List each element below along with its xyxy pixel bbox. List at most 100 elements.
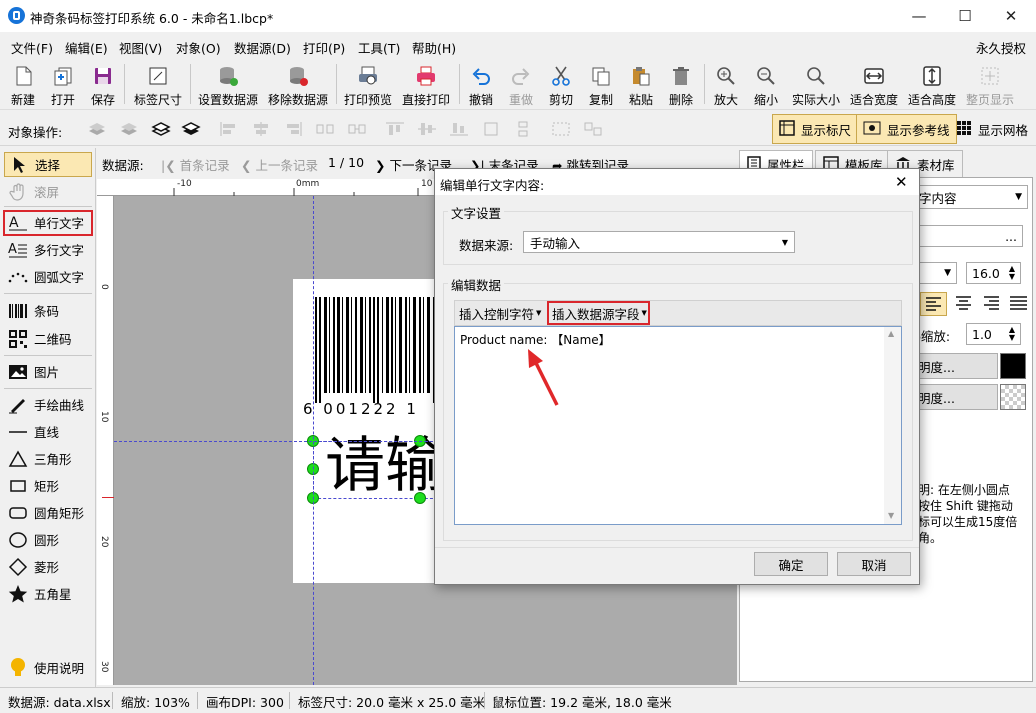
cancel-button[interactable]: 取消 [837,552,911,576]
same-height-icon[interactable] [512,119,534,139]
tool-diamond[interactable]: 菱形 [4,554,92,579]
show-ruler-toggle[interactable]: 显示标尺 [772,114,859,144]
tool-image[interactable]: 图片 [4,359,92,384]
scale-spinner[interactable]: 1.0 ▲ ▼ [966,323,1021,345]
source-label: 数据来源: [459,238,514,253]
label-size-button[interactable]: 标签尺寸 [132,60,184,108]
zoom-in-button[interactable]: 放大 [710,60,742,108]
menu-file[interactable]: 文件(F) [11,38,53,57]
undo-button[interactable]: 撤销 [465,60,497,108]
tool-triangle[interactable]: 三角形 [4,446,92,471]
redo-button[interactable]: 重做 [505,60,537,108]
scroll-down-icon[interactable]: ▼ [888,511,894,520]
background-transparency-button[interactable]: 明度... [913,384,998,410]
align-bottom-icon[interactable] [448,119,470,139]
save-button[interactable]: 保存 [88,60,118,108]
ungroup-icon[interactable] [582,119,604,139]
menu-help[interactable]: 帮助(H) [412,38,456,57]
background-color-swatch[interactable] [1000,384,1026,410]
justify-button[interactable] [1006,292,1031,316]
delete-button[interactable]: 删除 [665,60,697,108]
tool-separator [4,355,92,356]
menu-tools[interactable]: 工具(T) [358,38,400,57]
label-paper[interactable]: 6 001222 1 请输 [293,279,445,583]
pen-icon [8,395,28,415]
dialog-close-button[interactable]: ✕ [895,173,908,191]
menu-print[interactable]: 打印(P) [303,38,345,57]
open-button[interactable]: 打开 [48,60,78,108]
tool-star[interactable]: 五角星 [4,581,92,606]
align-top-icon[interactable] [384,119,406,139]
tool-qrcode[interactable]: 二维码 [4,326,92,351]
copy-button[interactable]: 复制 [585,60,617,108]
insert-control-char-button[interactable]: 插入控制字符 ▼ [456,303,544,323]
tool-select[interactable]: 选择 [4,152,92,177]
new-button[interactable]: 新建 [8,60,38,108]
menu-object[interactable]: 对象(O) [176,38,221,57]
align-left-button[interactable] [920,292,947,316]
prev-record-button[interactable]: ❮ 上一条记录 [241,155,318,174]
tool-rounded-rectangle[interactable]: 圆角矩形 [4,500,92,525]
minimize-button[interactable]: — [896,0,942,32]
set-datasource-button[interactable]: 设置数据源 [197,60,259,108]
remove-datasource-button[interactable]: 移除数据源 [267,60,329,108]
distribute-h-icon[interactable] [314,119,336,139]
menu-edit[interactable]: 编辑(E) [65,38,108,57]
ok-button[interactable]: 确定 [754,552,828,576]
circle-icon [8,530,28,550]
tool-freehand[interactable]: 手绘曲线 [4,392,92,417]
scroll-up-icon[interactable]: ▲ [888,329,894,338]
direct-print-button[interactable]: 直接打印 [400,60,452,108]
data-content-field[interactable]: ... [913,225,1023,247]
barcode-element[interactable] [315,297,438,407]
close-button[interactable]: ✕ [988,0,1034,32]
vertical-ruler: 0 10 20 30 [97,196,114,685]
distribute-v-icon[interactable] [346,119,368,139]
tool-multi-line-text[interactable]: A 多行文字 [4,237,92,262]
source-select[interactable]: 手动输入 ▼ [523,231,795,253]
resize-handle[interactable] [414,492,426,504]
editor-scrollbar[interactable]: ▲ ▼ [884,327,901,524]
menu-datasource[interactable]: 数据源(D) [234,38,291,57]
actual-size-icon [804,64,828,88]
layer-up-icon[interactable] [150,119,172,139]
actual-size-button[interactable]: 实际大小 [789,60,843,108]
help-button[interactable]: 使用说明 [4,655,92,680]
font-size-spinner[interactable]: 16.0 ▲ ▼ [966,262,1021,284]
paste-button[interactable]: 粘贴 [625,60,657,108]
status-separator [289,692,290,709]
align-center-icon[interactable] [250,119,272,139]
element-type-select[interactable]: 字内容 ▼ [913,185,1028,209]
align-right-button[interactable] [979,292,1004,316]
fit-page-button[interactable]: 整页显示 [964,60,1016,108]
layer-down-icon[interactable] [118,119,140,139]
tool-scroll[interactable]: 滚屏 [4,179,92,204]
align-center-button[interactable] [951,292,976,316]
align-right-icon[interactable] [282,119,304,139]
fit-height-button[interactable]: 适合高度 [906,60,958,108]
tool-circle[interactable]: 圆形 [4,527,92,552]
text-transparency-button[interactable]: 明度... [913,353,998,379]
fit-width-button[interactable]: 适合宽度 [848,60,900,108]
ellipsis-button[interactable]: ... [1005,229,1017,244]
show-guides-toggle[interactable]: 显示参考线 [856,114,957,144]
tool-arc-text[interactable]: 圆弧文字 [4,264,92,289]
menu-view[interactable]: 视图(V) [119,38,162,57]
tool-barcode[interactable]: 条码 [4,298,92,323]
tool-rectangle[interactable]: 矩形 [4,473,92,498]
show-grid-toggle[interactable]: 显示网格 [956,120,1028,139]
text-color-swatch[interactable] [1000,353,1026,379]
text-content-editor[interactable]: Product name: 【Name】 ▲ ▼ [454,326,902,525]
layer-bottom-icon[interactable] [86,119,108,139]
cut-button[interactable]: 剪切 [545,60,577,108]
zoom-out-button[interactable]: 缩小 [750,60,782,108]
same-width-icon[interactable] [480,119,502,139]
align-left-icon[interactable] [218,119,240,139]
layer-top-icon[interactable] [180,119,202,139]
print-preview-button[interactable]: 打印预览 [342,60,394,108]
group-icon[interactable] [550,119,572,139]
align-middle-icon[interactable] [416,119,438,139]
first-record-button[interactable]: |❮ 首条记录 [161,155,230,174]
maximize-button[interactable]: ☐ [942,0,988,32]
tool-line[interactable]: 直线 [4,419,92,444]
